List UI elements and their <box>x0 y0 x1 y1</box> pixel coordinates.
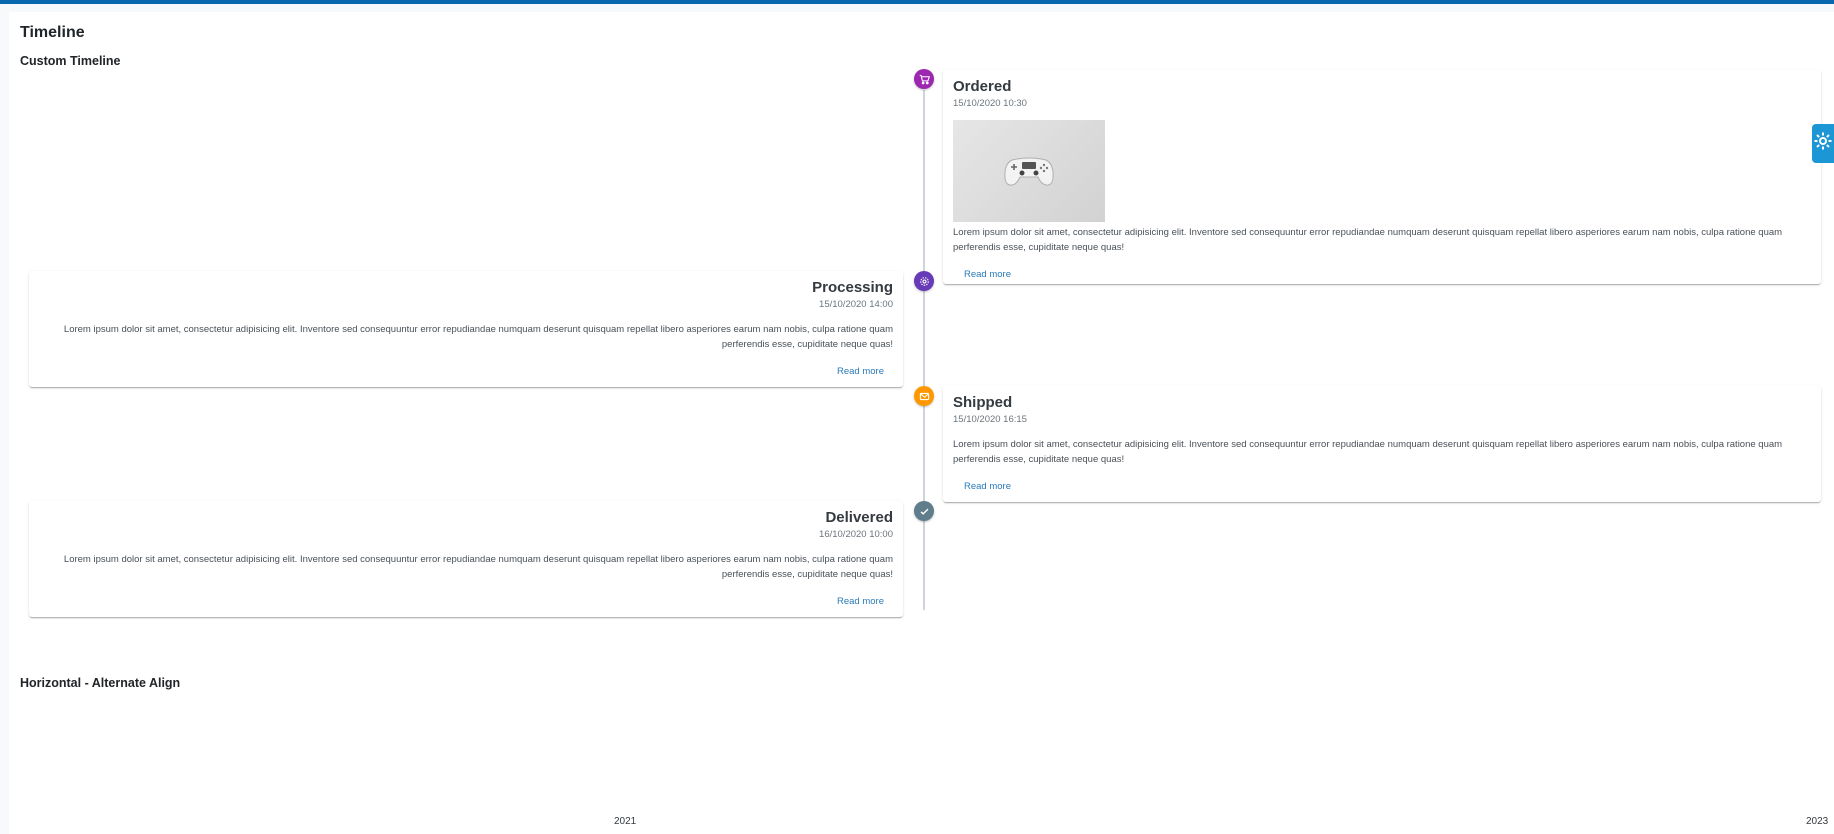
envelope-icon <box>914 386 934 406</box>
event-card-ordered: Ordered 15/10/2020 10:30 Lorem ipsum dol… <box>943 70 1821 284</box>
event-description: Lorem ipsum dolor sit amet, consectetur … <box>953 227 1783 253</box>
gear-icon <box>1813 131 1833 156</box>
event-card-shipped: Shipped 15/10/2020 16:15 Lorem ipsum dol… <box>943 386 1821 502</box>
horizontal-year-label: 2023 <box>1806 816 1829 827</box>
event-date: 16/10/2020 10:00 <box>819 529 893 540</box>
page-title: Timeline <box>20 24 85 41</box>
page-content: Timeline Custom Timeline Ordered 15/10/2… <box>9 12 1834 834</box>
event-title: Ordered <box>953 78 1012 95</box>
event-date: 15/10/2020 16:15 <box>953 414 1027 425</box>
timeline-connector <box>923 90 925 610</box>
event-title: Processing <box>812 279 893 296</box>
read-more-link[interactable]: Read more <box>953 267 1022 282</box>
read-more-link[interactable]: Read more <box>953 479 1022 494</box>
event-title: Delivered <box>825 509 893 526</box>
read-more-link[interactable]: Read more <box>826 594 895 609</box>
event-title: Shipped <box>953 394 1013 411</box>
gamepad-image <box>953 120 1105 222</box>
check-icon <box>914 501 934 521</box>
top-accent-bar <box>0 0 1834 4</box>
event-description: Lorem ipsum dolor sit amet, consectetur … <box>953 439 1783 465</box>
settings-button[interactable] <box>1812 124 1834 163</box>
horizontal-year-label: 2021 <box>614 816 637 827</box>
event-card-delivered: Delivered 16/10/2020 10:00 Lorem ipsum d… <box>29 501 903 617</box>
event-card-processing: Processing 15/10/2020 14:00 Lorem ipsum … <box>29 271 903 387</box>
event-date: 15/10/2020 10:30 <box>953 98 1027 109</box>
cog-icon <box>914 271 934 291</box>
event-description: Lorem ipsum dolor sit amet, consectetur … <box>63 324 893 350</box>
section-title-custom: Custom Timeline <box>20 54 121 68</box>
event-description: Lorem ipsum dolor sit amet, consectetur … <box>63 554 893 580</box>
shopping-cart-icon <box>914 69 934 89</box>
section-title-horizontal: Horizontal - Alternate Align <box>20 676 181 690</box>
read-more-link[interactable]: Read more <box>826 364 895 379</box>
event-date: 15/10/2020 14:00 <box>819 299 893 310</box>
